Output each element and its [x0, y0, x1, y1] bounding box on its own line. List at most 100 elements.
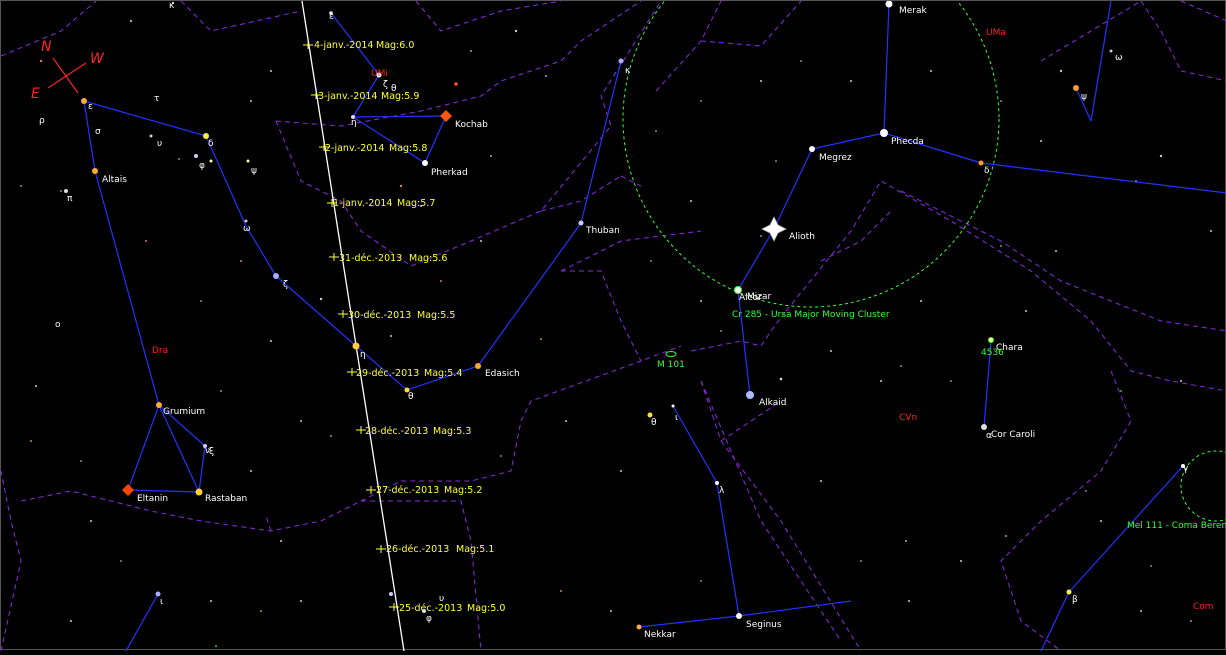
star-delta-uma[interactable] [978, 160, 984, 166]
star-phi-lower[interactable] [422, 609, 426, 613]
star-rastaban[interactable] [195, 488, 203, 496]
star-phi-dra[interactable] [194, 154, 198, 158]
greek-phi: φ [199, 161, 205, 171]
label-edasich: Edasich [485, 369, 520, 379]
star-cor-caroli[interactable] [981, 424, 987, 430]
greek-eta-umi: η [351, 118, 357, 128]
star-theta-boo[interactable] [647, 412, 653, 418]
ephemeris-mag: Mag:5.5 [417, 310, 455, 321]
greek-psi-uma: ψ [1081, 92, 1087, 102]
star-chara[interactable] [988, 337, 994, 343]
star-edasich[interactable] [475, 363, 481, 369]
greek-rho: ρ [39, 116, 45, 126]
greek-psi: ψ [251, 166, 257, 176]
greek-theta-boo: θ [651, 418, 657, 428]
greek-alpha-cvn: α [986, 431, 992, 441]
label-cor-caroli: Cor Caroli [991, 430, 1035, 440]
greek-labels: κ ε ζ θ η κ ε τ ρ υ σ δ φ ψ π ω ζ η θ ο … [39, 1, 1189, 624]
dso-labels: Cr 285 - Ursa Major Moving Cluster M 101… [657, 310, 1226, 531]
star-thuban[interactable] [578, 220, 584, 226]
star-grumium[interactable] [156, 402, 162, 408]
mel111-cluster-outline[interactable] [1180, 450, 1226, 522]
star-eltanin[interactable] [122, 484, 134, 496]
greek-zeta-umi: ζ [383, 80, 388, 90]
greek-sigma: σ [95, 127, 101, 137]
greek-theta-dra: θ [408, 392, 414, 402]
star-psi-dra[interactable] [246, 159, 250, 163]
greek-tau: τ [154, 94, 159, 104]
ephemeris-mag: Mag:5.4 [424, 368, 462, 379]
compass-east: E [31, 86, 40, 102]
label-m101: M 101 [657, 360, 685, 370]
star-phecda[interactable] [880, 129, 888, 137]
ephemeris-date: 29-déc.-2013 [356, 368, 419, 379]
label-merak: Merak [899, 6, 928, 16]
greek-zeta-dra: ζ [283, 280, 288, 290]
greek-phi2: φ [426, 614, 432, 624]
ephemeris-mag: Mag:5.3 [433, 426, 471, 437]
ephemeris-date: 27-déc.-2013 [376, 485, 439, 496]
greek-delta-dra: δ [208, 139, 214, 149]
star-alioth[interactable] [761, 216, 787, 242]
star-iota-boo[interactable] [671, 404, 675, 408]
star-megrez[interactable] [809, 146, 815, 152]
greek-upsilon2: υ [439, 594, 444, 604]
greek-delta-uma: δ [984, 166, 990, 176]
star-omega-uma[interactable] [1109, 49, 1113, 53]
ephemeris-mag: Mag:6.0 [376, 40, 414, 51]
star-epsilon-dra[interactable] [81, 98, 87, 104]
star-upsilon-dra-lower[interactable] [389, 592, 393, 596]
star-nekkar[interactable] [636, 624, 642, 630]
greek-epsilon2: ε [88, 102, 93, 112]
label-alioth: Alioth [789, 232, 815, 242]
greek-iota-dra: ι [160, 597, 163, 607]
ephemeris-date: 3-janv.-2014 [318, 91, 377, 102]
label-alkaid: Alkaid [759, 398, 786, 408]
constellation-com: Com [1193, 602, 1214, 612]
compass-rose: N W E [31, 39, 105, 102]
star-pherkad[interactable] [422, 160, 428, 166]
ephemeris-mag: Mag:5.7 [397, 198, 435, 209]
m101-marker[interactable] [665, 351, 677, 357]
label-kochab: Kochab [455, 120, 488, 130]
ephemeris-date: 25-déc.-2013 [399, 603, 462, 614]
field-stars [20, 1, 1212, 647]
cr285-cluster-outline[interactable] [622, 0, 1000, 308]
star-altais[interactable] [92, 168, 98, 174]
star-beta-com[interactable] [1066, 589, 1072, 595]
star-kappa-dra[interactable] [618, 58, 624, 64]
sky-chart-canvas[interactable]: 4-janv.-2014 Mag:6.0 3-janv.-2014 Mag:5.… [0, 0, 1226, 652]
constellation-umi: UMi [371, 69, 388, 79]
ephemeris-date: 2-janv.-2014 [325, 143, 384, 154]
greek-omega: ω [243, 224, 251, 234]
star-kochab[interactable] [440, 110, 452, 122]
label-mel111: Mel 111 - Coma Berenices [1127, 521, 1226, 531]
star-alkaid[interactable] [746, 391, 754, 399]
star-pi-dra[interactable] [64, 189, 68, 193]
ephemeris-mag: Mag:5.2 [444, 485, 482, 496]
star-lambda-boo[interactable] [715, 481, 719, 485]
star-merak[interactable] [885, 0, 893, 8]
ephemeris-mag: Mag:5.1 [456, 544, 494, 555]
star-iota-dra-lower[interactable] [155, 591, 161, 597]
ephemeris-mag: Mag:5.6 [409, 253, 447, 264]
star-seginus[interactable] [736, 613, 742, 619]
label-seginus: Seginus [746, 620, 782, 630]
star-chi-dra[interactable] [209, 159, 213, 163]
label-ngc4536: 4536 [981, 348, 1004, 358]
greek-beta-com: β [1072, 595, 1078, 605]
star-zeta-dra[interactable] [273, 273, 279, 279]
star-omega-dra[interactable] [244, 219, 248, 223]
ephemeris-mag: Mag:5.9 [381, 91, 419, 102]
star-eta-dra[interactable] [352, 342, 360, 350]
compass-west: W [90, 51, 105, 67]
constellation-boundaries [0, 0, 1226, 652]
ephemeris-date: 28-déc.-2013 [365, 426, 428, 437]
label-altais: Altais [102, 175, 127, 185]
star-psi-uma[interactable] [1073, 85, 1079, 91]
ephemeris-mag: Mag:5.0 [467, 603, 505, 614]
label-eltanin: Eltanin [137, 494, 168, 504]
label-nekkar: Nekkar [644, 630, 676, 640]
greek-eta-dra: η [360, 350, 366, 360]
sky-chart[interactable]: 4-janv.-2014 Mag:6.0 3-janv.-2014 Mag:5.… [0, 0, 1226, 652]
